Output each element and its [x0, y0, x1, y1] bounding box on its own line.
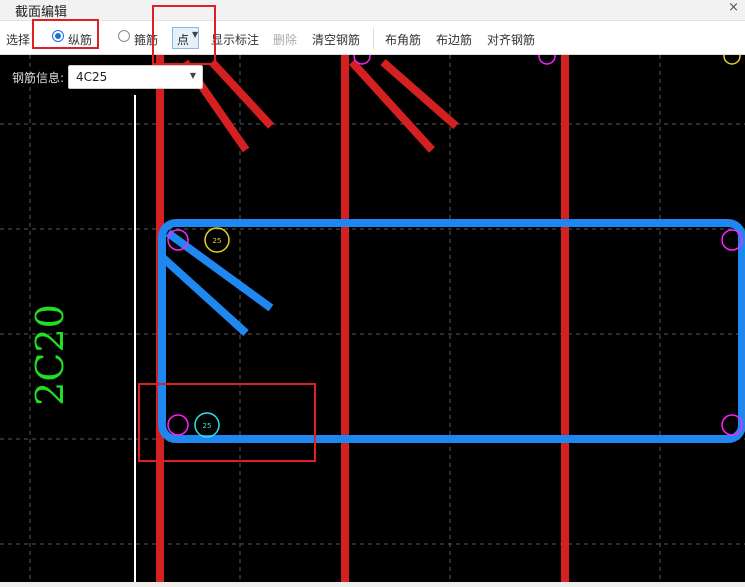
rebar-info-select[interactable]: 4C25 ▼: [68, 65, 203, 89]
dimension-label: 2C20: [28, 304, 72, 406]
toolbar-divider: [373, 27, 374, 49]
mode-dropdown[interactable]: 点 ▼: [172, 27, 199, 49]
window-titlebar: 截面编辑 ×: [0, 0, 745, 21]
select-label: 选择: [6, 33, 31, 47]
bar-size-label-yellow: 25: [213, 237, 222, 245]
window-title: 截面编辑: [15, 5, 68, 20]
place-corner-rebar-button[interactable]: 布角筋: [385, 31, 421, 48]
close-icon[interactable]: ×: [728, 0, 739, 15]
toolbar: 选择 纵筋 箍筋 点 ▼ 显示标注 删除 清空钢筋 布角筋 布边筋 对齐钢筋: [0, 21, 745, 55]
longitudinal-radio-label[interactable]: 纵筋: [68, 31, 92, 48]
rebar-info-label: 钢筋信息:: [12, 71, 65, 85]
longitudinal-radio[interactable]: [52, 30, 64, 42]
blue-stirrup: [158, 219, 745, 443]
show-annotation-button[interactable]: 显示标注: [211, 31, 259, 48]
chevron-down-icon: ▼: [192, 30, 199, 39]
delete-button[interactable]: 删除: [273, 31, 297, 48]
bar-size-label-cyan: 25: [203, 422, 212, 430]
grid-lines: [0, 55, 745, 582]
bottom-scroll-strip: [0, 582, 745, 587]
align-rebar-button[interactable]: 对齐钢筋: [487, 31, 535, 48]
clear-rebar-button[interactable]: 清空钢筋: [312, 31, 360, 48]
chevron-down-icon: ▼: [189, 71, 196, 80]
mode-dropdown-value: 点: [177, 33, 190, 47]
place-edge-rebar-button[interactable]: 布边筋: [436, 31, 472, 48]
section-canvas[interactable]: 25 25: [0, 55, 745, 582]
red-rebar-lines: [156, 55, 569, 582]
stirrup-radio-label[interactable]: 箍筋: [134, 31, 158, 48]
stirrup-radio[interactable]: [118, 30, 130, 42]
rebar-info-value: 4C25: [76, 70, 108, 84]
